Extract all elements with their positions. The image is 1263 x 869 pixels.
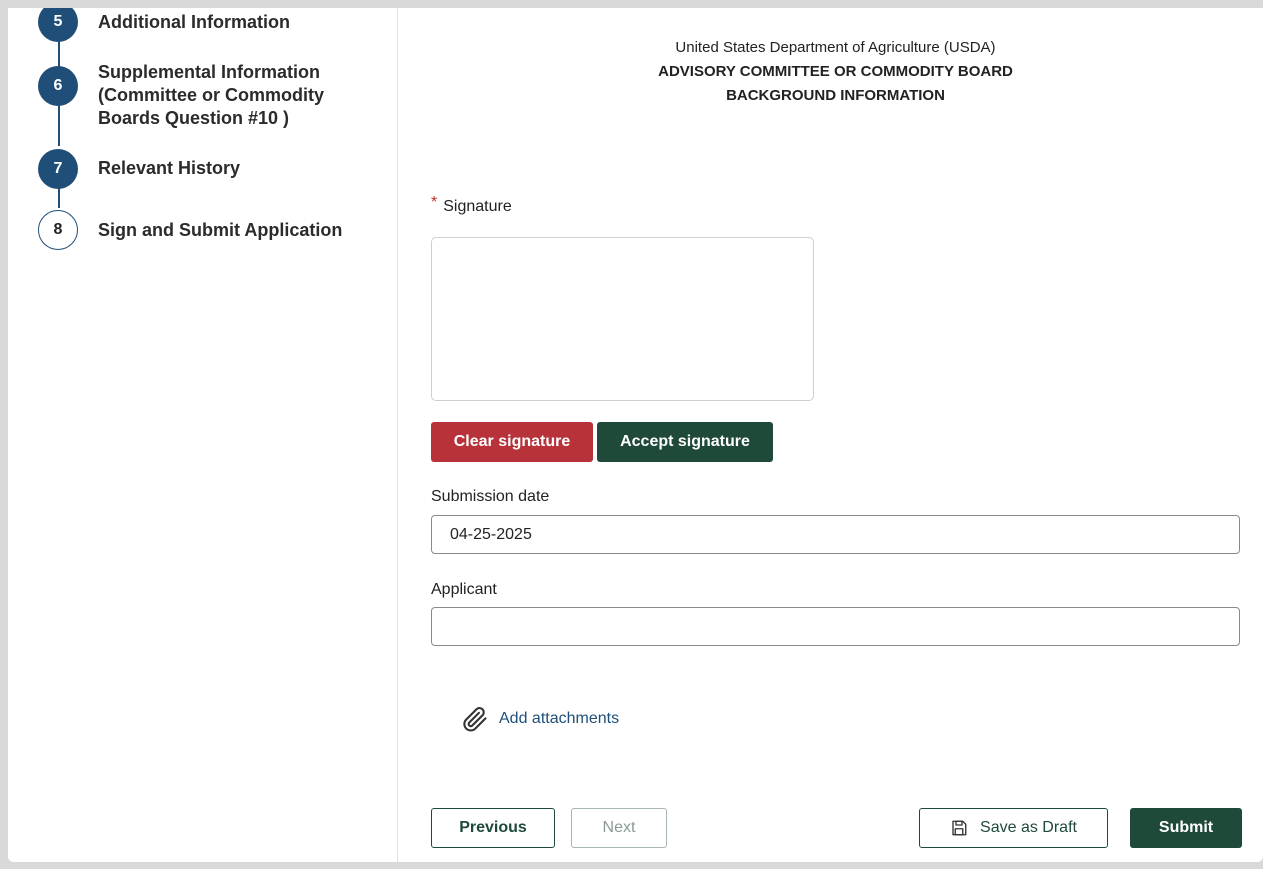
signature-pad[interactable] (431, 237, 814, 401)
header-title-line1: ADVISORY COMMITTEE OR COMMODITY BOARD (658, 63, 1013, 80)
previous-button[interactable]: Previous (431, 808, 555, 848)
step-8-label[interactable]: Sign and Submit Application (98, 219, 368, 242)
header-title-line2: BACKGROUND INFORMATION (726, 87, 945, 104)
signature-label: * Signature (431, 194, 512, 216)
submission-date-label: Submission date (431, 488, 550, 505)
paperclip-icon (463, 706, 487, 732)
step-5-circle[interactable]: 5 (38, 8, 78, 42)
signature-label-text: Signature (443, 198, 512, 215)
required-marker: * (431, 194, 438, 211)
form-header: United States Department of Agriculture … (398, 36, 1263, 108)
step-5-label[interactable]: Additional Information (98, 11, 368, 34)
step-6-label[interactable]: Supplemental Information (Committee or C… (98, 61, 338, 130)
applicant-label: Applicant (431, 581, 497, 598)
submission-date-input[interactable]: 04-25-2025 (431, 515, 1240, 554)
applicant-input[interactable] (431, 607, 1240, 646)
step-7-label[interactable]: Relevant History (98, 157, 368, 180)
accept-signature-button[interactable]: Accept signature (597, 422, 773, 462)
clear-signature-button[interactable]: Clear signature (431, 422, 593, 462)
step-6-circle[interactable]: 6 (38, 66, 78, 106)
step-sidebar: 5 Additional Information 6 Supplemental … (8, 8, 398, 862)
step-7-circle[interactable]: 7 (38, 149, 78, 189)
submit-button[interactable]: Submit (1130, 808, 1242, 848)
form-panel: United States Department of Agriculture … (398, 8, 1263, 862)
save-as-draft-button[interactable]: Save as Draft (919, 808, 1108, 848)
floppy-disk-icon (952, 820, 967, 836)
stepper: 5 Additional Information 6 Supplemental … (38, 8, 388, 308)
save-as-draft-label: Save as Draft (980, 819, 1077, 836)
app-window: 5 Additional Information 6 Supplemental … (8, 8, 1263, 862)
next-button[interactable]: Next (571, 808, 667, 848)
header-org: United States Department of Agriculture … (675, 39, 996, 56)
add-attachments-link[interactable]: Add attachments (461, 705, 619, 733)
add-attachments-label[interactable]: Add attachments (499, 710, 619, 728)
step-8-circle[interactable]: 8 (38, 210, 78, 250)
